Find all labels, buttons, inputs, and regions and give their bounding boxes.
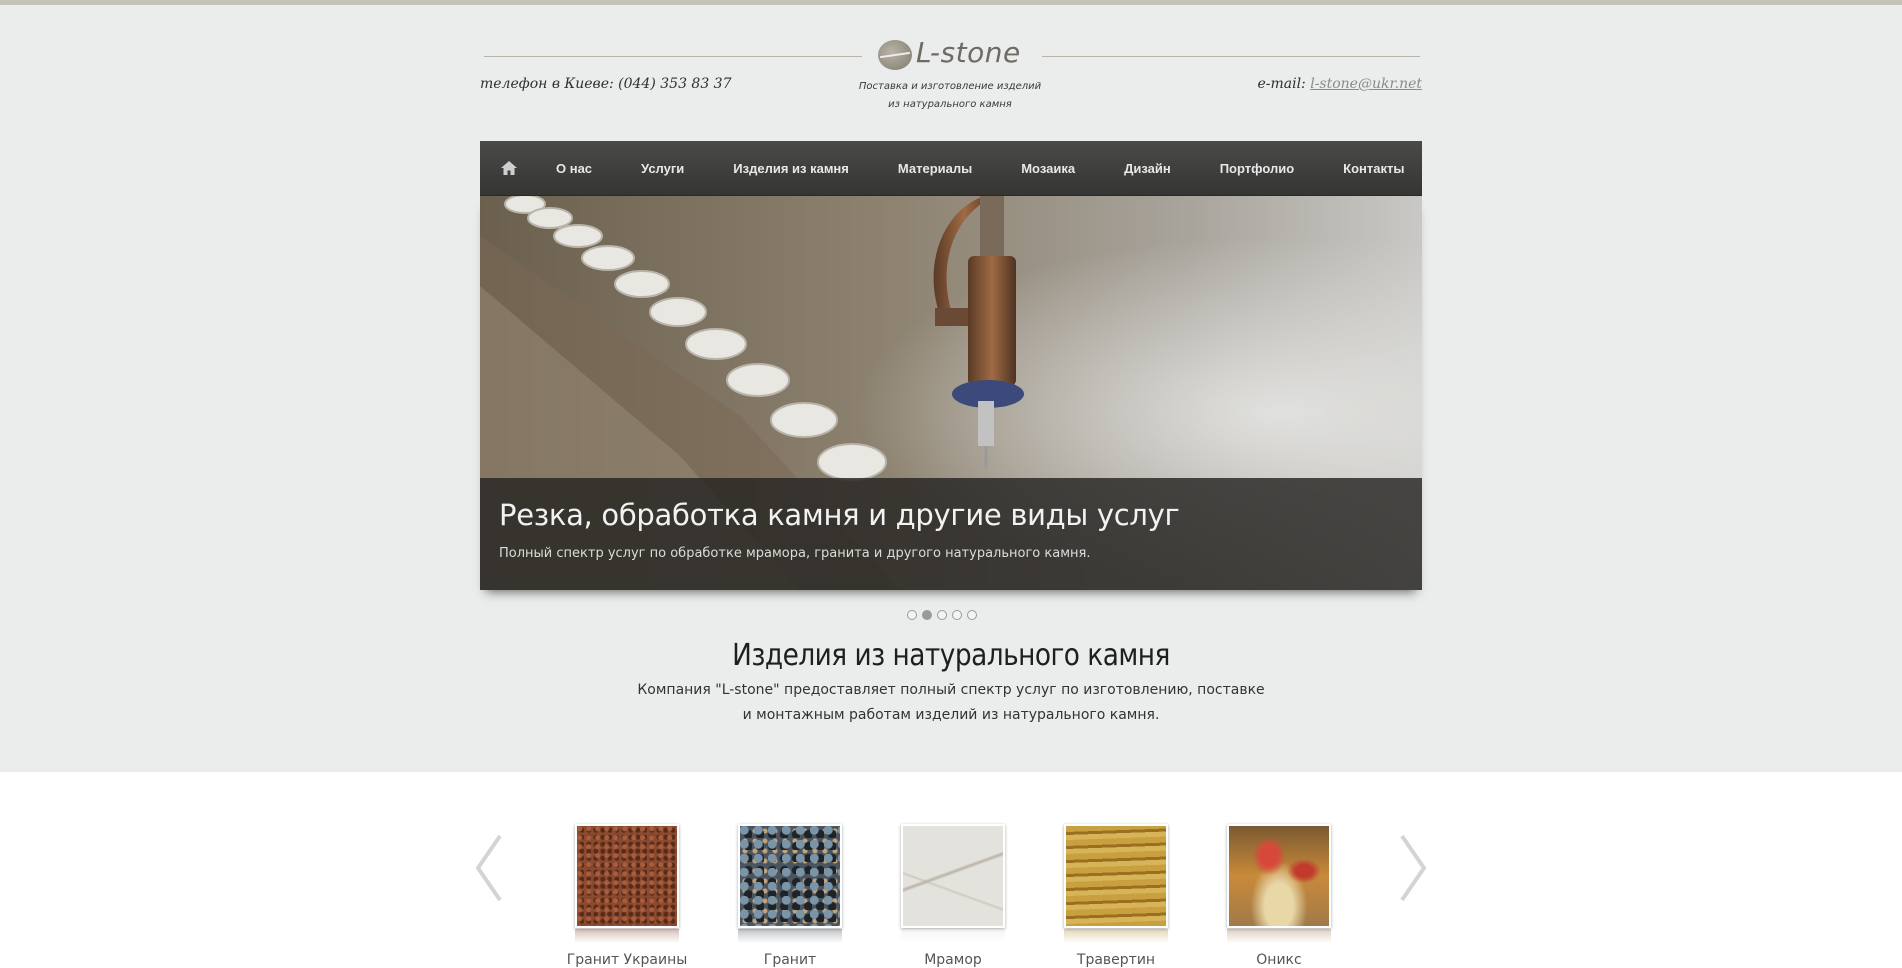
slide-title: Резка, обработка камня и другие виды усл… (499, 498, 1180, 532)
swatch-reflection (1064, 929, 1168, 943)
material-label: Гранит Украины (566, 952, 688, 968)
material-card-ukraine-granite[interactable]: Гранит Украины (567, 824, 687, 968)
email-block: e-mail: l-stone@ukr.net (1257, 76, 1422, 92)
nav-item-portfolio[interactable]: Портфолио (1220, 161, 1294, 176)
granite-swatch (738, 824, 842, 928)
slider-pagination (907, 610, 977, 620)
site-header: L-stone телефон в Киеве: (044) 353 83 37… (480, 0, 1422, 140)
material-card-onyx[interactable]: Оникс (1227, 824, 1331, 968)
tagline-line-1: Поставка и изготовление изделий (858, 81, 1042, 92)
stone-logo-icon (878, 40, 912, 70)
material-card-marble[interactable]: Мрамор (901, 824, 1005, 968)
material-card-granite[interactable]: Гранит (738, 824, 842, 968)
nav-item-services[interactable]: Услуги (641, 161, 684, 176)
header-divider-right (1042, 56, 1420, 57)
nav-item-contacts[interactable]: Контакты (1343, 161, 1404, 176)
chevron-left-icon[interactable] (474, 832, 504, 904)
nav-item-mosaic[interactable]: Мозаика (1021, 161, 1075, 176)
travertine-swatch (1064, 824, 1168, 928)
swatch-reflection (901, 929, 1005, 943)
nav-item-design[interactable]: Дизайн (1124, 161, 1171, 176)
site-tagline: Поставка и изготовление изделий из натур… (850, 78, 1050, 114)
slider-dot[interactable] (967, 610, 977, 620)
hero-slider[interactable]: Резка, обработка камня и другие виды усл… (480, 196, 1422, 590)
logo-text: L-stone (916, 36, 1021, 69)
marble-swatch (901, 824, 1005, 928)
material-label: Мрамор (924, 952, 982, 968)
main-nav: О нас Услуги Изделия из камня Материалы … (480, 141, 1422, 196)
material-card-travertine[interactable]: Травертин (1064, 824, 1168, 968)
material-label: Оникс (1256, 952, 1302, 968)
slider-dot[interactable] (952, 610, 962, 620)
material-label: Гранит (763, 952, 817, 968)
swatch-reflection (738, 929, 842, 943)
section-description: Компания "L-stone" предоставляет полный … (637, 682, 1265, 723)
nav-item-stone-products[interactable]: Изделия из камня (733, 161, 849, 176)
slider-dot[interactable] (937, 610, 947, 620)
nav-item-materials[interactable]: Материалы (898, 161, 972, 176)
ukraine-granite-swatch (575, 824, 679, 928)
home-icon[interactable] (500, 159, 518, 177)
site-logo[interactable]: L-stone (878, 36, 1028, 76)
tagline-line-2: из натурального камня (888, 99, 1012, 110)
section-title: Изделия из натурального камня (732, 638, 1170, 673)
slider-dot[interactable] (907, 610, 917, 620)
swatch-reflection (1227, 929, 1331, 943)
chevron-right-icon[interactable] (1398, 832, 1428, 904)
onyx-swatch (1227, 824, 1331, 928)
slider-dot-active[interactable] (922, 610, 932, 620)
nav-item-about[interactable]: О нас (556, 161, 592, 176)
material-label: Травертин (1076, 952, 1156, 968)
email-link[interactable]: l-stone@ukr.net (1310, 76, 1422, 92)
swatch-reflection (575, 929, 679, 943)
slide-subtitle: Полный спектр услуг по обработке мрамора… (499, 546, 1091, 561)
phone-number: телефон в Киеве: (044) 353 83 37 (480, 76, 732, 92)
email-label: e-mail: (1257, 76, 1306, 92)
header-divider-left (484, 56, 862, 57)
slide-caption: Резка, обработка камня и другие виды усл… (480, 478, 1422, 590)
